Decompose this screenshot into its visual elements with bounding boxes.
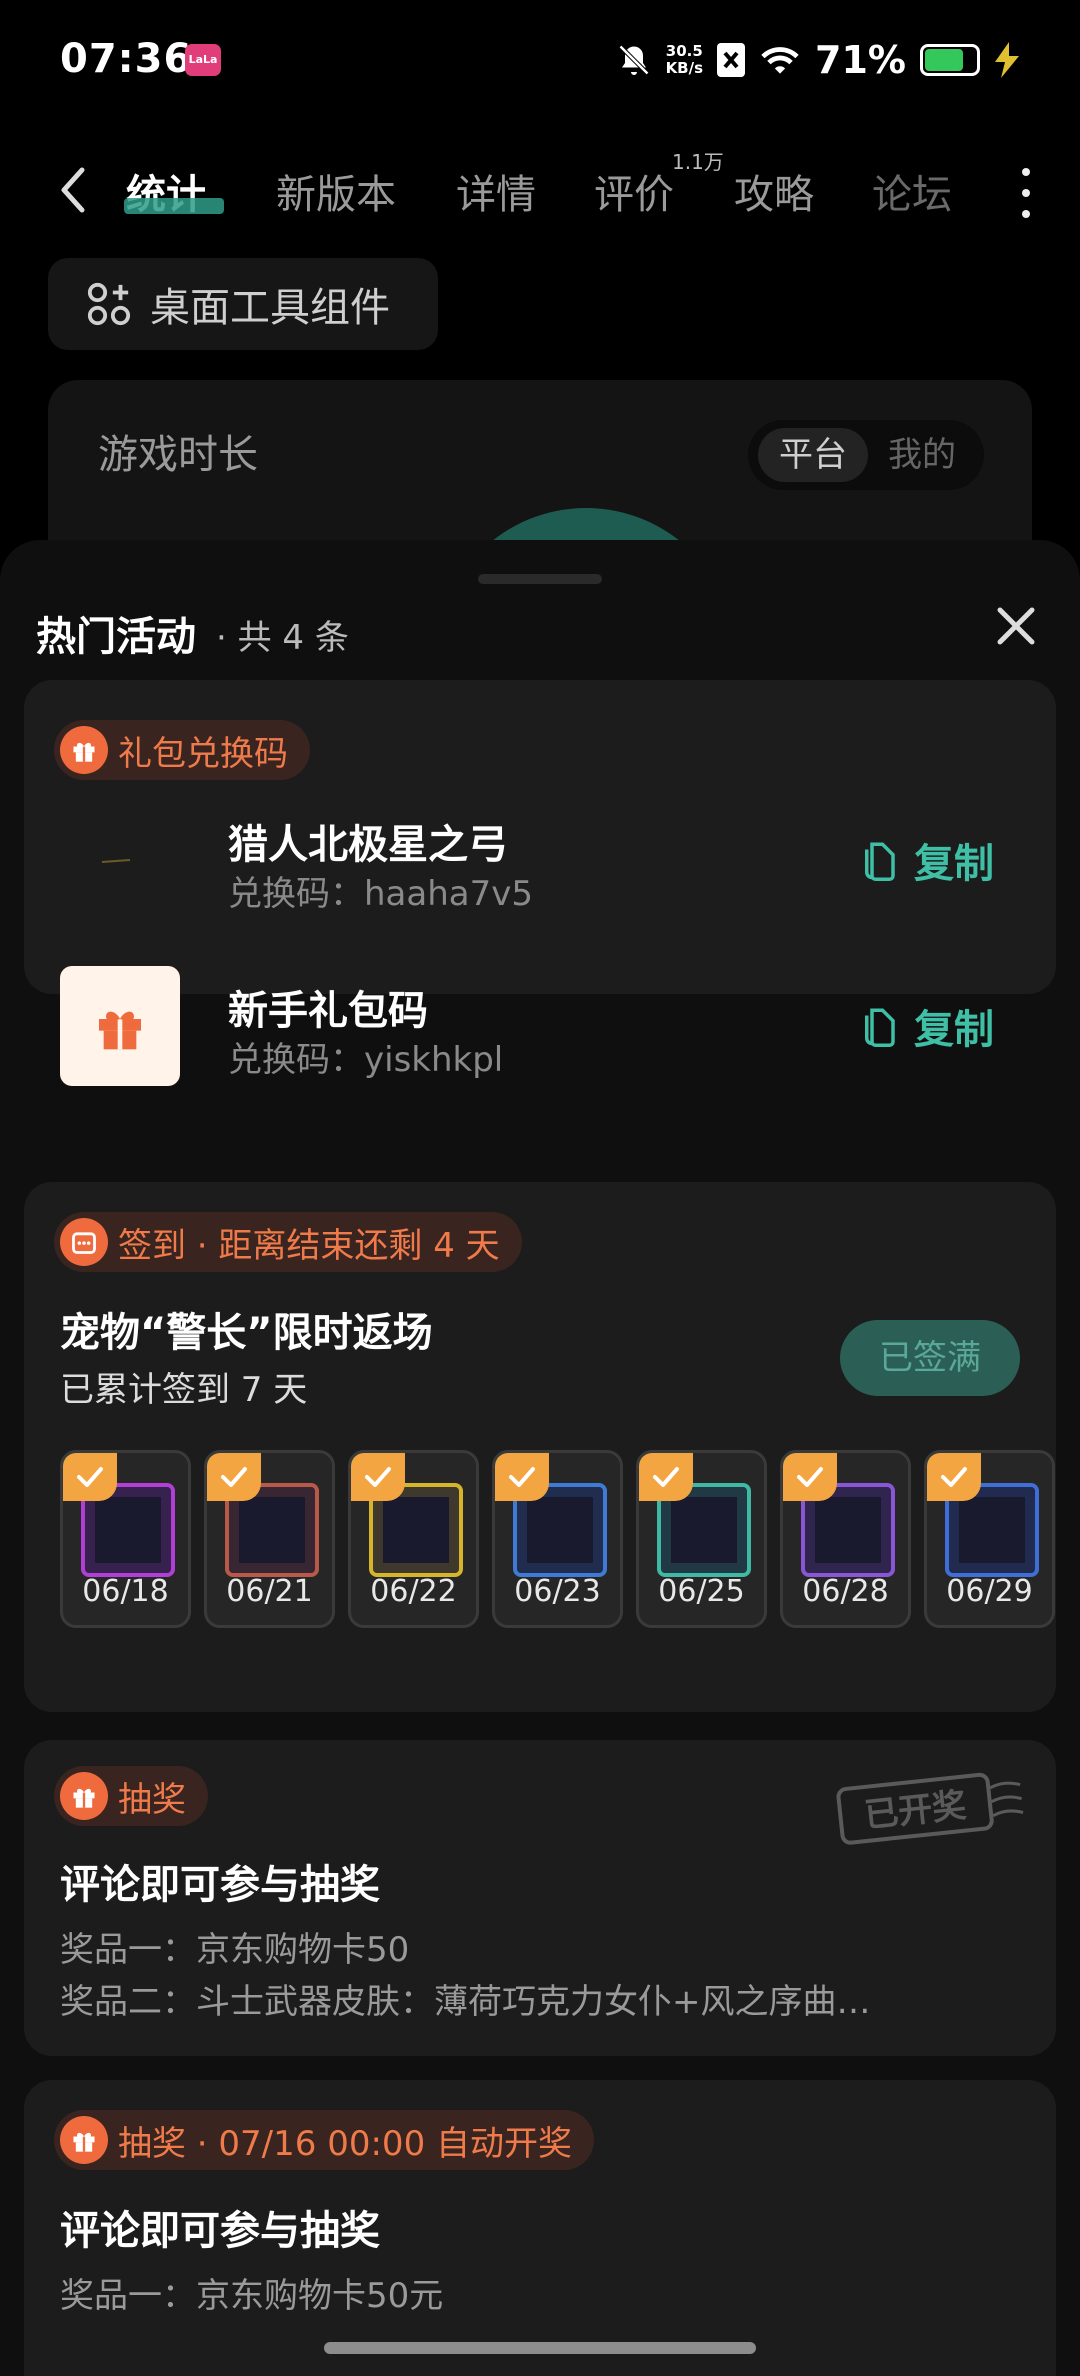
lottery-card: 抽奖 已开奖 评论即可参与抽奖 奖品一：京东购物卡50 奖品二：斗士武器皮肤：薄… [24,1740,1056,2056]
copy-button-label: 复制 [914,841,994,887]
sheet-drag-handle[interactable] [478,574,602,584]
checkmark-icon [351,1453,405,1501]
gift-icon [60,726,108,774]
home-indicator[interactable] [324,2342,756,2354]
gift-code-name: 猎人北极星之弓 [228,822,508,868]
checkin-day: 06/21 [204,1450,335,1628]
sim-x-icon [717,43,746,77]
bow-item-image [60,800,180,920]
wifi-icon [761,47,799,74]
charging-icon [995,42,1019,78]
checkin-day: 06/22 [348,1450,479,1628]
checkin-day: 06/18 [60,1450,191,1628]
checkin-day: 06/28 [780,1450,911,1628]
sheet-count: · 共 4 条 [216,618,349,658]
lottery-title: 评论即可参与抽奖 [60,2208,380,2254]
gift-icon [60,1772,108,1820]
checkin-progress: 已累计签到 7 天 [60,1370,308,1410]
checkmark-icon [783,1453,837,1501]
copy-icon [865,1008,895,1047]
platform-mine-toggle: 平台 我的 [748,420,984,490]
svg-text:已开奖: 已开奖 [862,1786,968,1836]
reviews-count-badge: 1.1万 [672,150,724,174]
toggle-mine[interactable]: 我的 [888,420,956,490]
gift-code-value: 兑换码：yiskhkpl [228,1040,504,1080]
sheet-title: 热门活动 [36,614,196,660]
close-icon[interactable] [992,602,1040,650]
tab-details[interactable]: 详情 [456,162,536,220]
status-time: 07:36 [60,36,193,82]
copy-button-label: 复制 [914,1007,994,1053]
app-notification-icon: LaLa [185,44,221,76]
checkmark-icon [495,1453,549,1501]
lottery-tag: 抽奖 [54,1766,208,1826]
copy-icon [865,842,895,881]
hot-events-sheet: 热门活动 · 共 4 条 礼包兑换码 猎人北极星之弓 兑换码：haaha7v5 … [0,540,1080,2376]
lottery-card: 抽奖 · 07/16 00:00 自动开奖 评论即可参与抽奖 奖品一：京东购物卡… [24,2080,1056,2376]
lottery-title: 评论即可参与抽奖 [60,1862,380,1908]
gift-code-tag: 礼包兑换码 [54,720,310,780]
network-speed: 30.5 KB/s [665,42,704,77]
active-tab-indicator [124,198,224,214]
status-bar: 07:36 LaLa 30.5 KB/s 71% [0,0,1080,120]
checkin-day-date: 06/21 [226,1574,313,1609]
gift-code-value: 兑换码：haaha7v5 [228,874,533,914]
checkin-card: 签到 · 距离结束还剩 4 天 宠物“警长”限时返场 已累计签到 7 天 已签满… [24,1182,1056,1712]
toggle-platform[interactable]: 平台 [758,428,868,482]
checkmark-icon [63,1453,117,1501]
top-navigation: 统计 新版本 详情 评价 1.1万 攻略 论坛 [0,140,1080,240]
battery-icon [920,44,980,76]
desktop-widget-button[interactable]: 桌面工具组件 [48,258,438,350]
signed-full-button[interactable]: 已签满 [840,1320,1020,1396]
copy-button[interactable]: 复制 [858,996,994,1056]
gift-code-tag-label: 礼包兑换码 [118,733,288,774]
tab-forum[interactable]: 论坛 [872,162,952,220]
checkin-day: 06/25 [636,1450,767,1628]
lottery-prize: 奖品一：京东购物卡50 [60,1930,410,1970]
checkin-day-date: 06/22 [370,1574,457,1609]
tab-guides[interactable]: 攻略 [734,162,814,220]
gift-code-row: 新手礼包码 兑换码：yiskhkpl 复制 [60,966,1030,1086]
mute-icon [618,44,649,76]
back-arrow-icon[interactable] [50,160,100,220]
checkin-day: 06/23 [492,1450,623,1628]
desktop-widget-label: 桌面工具组件 [150,285,390,331]
lottery-tag-label: 抽奖 · 07/16 00:00 自动开奖 [118,2123,573,2164]
gift-code-name: 新手礼包码 [228,988,428,1034]
calendar-icon [60,1218,108,1266]
lottery-prize: 奖品一：京东购物卡50元 [60,2276,444,2316]
checkmark-icon [207,1453,261,1501]
checkmark-icon [927,1453,981,1501]
checkin-day: 06/29 [924,1450,1055,1628]
battery-percent: 71% [815,38,906,82]
checkin-day-date: 06/25 [658,1574,745,1609]
status-icons: 30.5 KB/s 71% [616,38,1020,82]
checkin-days: 06/18 06/21 06/22 06/23 06/25 06/28 06/29 [60,1450,1055,1630]
checkin-day-date: 06/29 [946,1574,1033,1609]
playtime-title: 游戏时长 [98,432,258,478]
gift-icon [60,2116,108,2164]
drawn-stamp: 已开奖 [836,1772,1024,1845]
checkin-day-date: 06/28 [802,1574,889,1609]
checkin-day-date: 06/18 [82,1574,169,1609]
gift-code-card: 礼包兑换码 猎人北极星之弓 兑换码：haaha7v5 复制 新手礼包码 兑换码：… [24,680,1056,1086]
checkin-day-date: 06/23 [514,1574,601,1609]
checkin-title: 宠物“警长”限时返场 [60,1310,433,1356]
checkmark-icon [639,1453,693,1501]
copy-button[interactable]: 复制 [858,830,994,890]
gift-code-row: 猎人北极星之弓 兑换码：haaha7v5 复制 [60,800,1030,920]
more-menu-icon[interactable] [1016,168,1036,218]
lottery-tag: 抽奖 · 07/16 00:00 自动开奖 [54,2110,595,2170]
tab-reviews[interactable]: 评价 [594,162,674,220]
widget-grid-icon [87,282,131,326]
checkin-tag: 签到 · 距离结束还剩 4 天 [54,1212,522,1272]
lottery-prize: 奖品二：斗士武器皮肤：薄荷巧克力女仆+风之序曲… [60,1982,871,2022]
gift-box-image [60,966,180,1086]
checkin-tag-label: 签到 · 距离结束还剩 4 天 [118,1225,500,1266]
lottery-tag-label: 抽奖 [118,1779,186,1820]
tab-new-version[interactable]: 新版本 [276,162,396,220]
